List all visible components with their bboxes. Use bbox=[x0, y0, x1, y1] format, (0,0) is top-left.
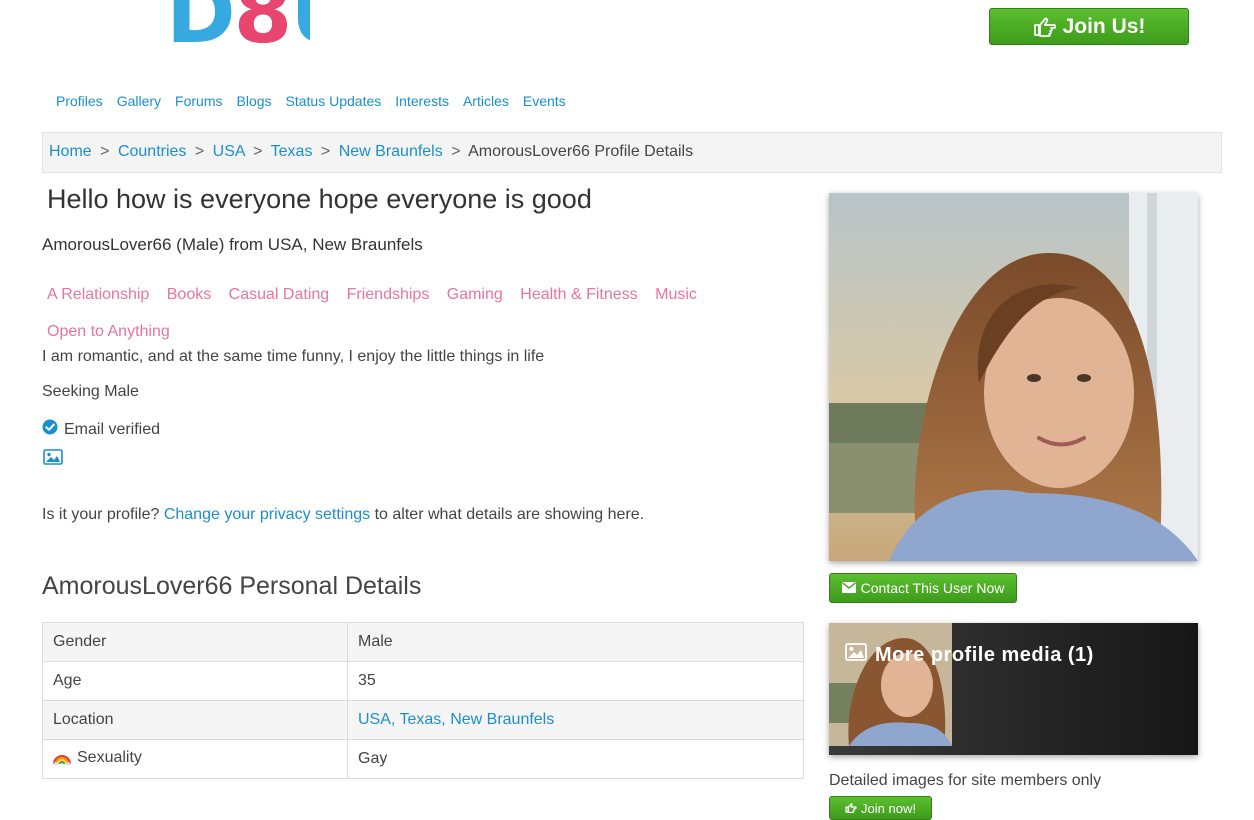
privacy-notice: Is it your profile? Change your privacy … bbox=[42, 506, 644, 524]
detail-label: Age bbox=[42, 661, 348, 701]
nav-status-updates[interactable]: Status Updates bbox=[286, 93, 382, 109]
personal-details-table: Gender Male Age 35 Location USA, Texas, … bbox=[42, 622, 804, 779]
breadcrumb-separator: > bbox=[320, 143, 331, 160]
image-icon bbox=[845, 643, 867, 667]
main-nav: Profiles Gallery Forums Blogs Status Upd… bbox=[56, 93, 580, 109]
detail-value: Gay bbox=[347, 739, 804, 779]
profile-seeking: Seeking Male bbox=[42, 383, 139, 400]
contact-user-button[interactable]: Contact This User Now bbox=[829, 573, 1017, 603]
breadcrumb-home[interactable]: Home bbox=[49, 143, 92, 160]
detail-value: 35 bbox=[347, 661, 804, 701]
more-media-label-wrap: More profile media (1) bbox=[845, 643, 1094, 667]
nav-forums[interactable]: Forums bbox=[175, 93, 222, 109]
email-verified-badge: Email verified bbox=[42, 419, 160, 440]
email-verified-label: Email verified bbox=[64, 420, 161, 438]
detail-value-cell: USA, Texas, New Braunfels bbox=[347, 700, 804, 740]
nav-events[interactable]: Events bbox=[523, 93, 566, 109]
nav-articles[interactable]: Articles bbox=[463, 93, 509, 109]
breadcrumb-texas[interactable]: Texas bbox=[271, 143, 313, 160]
profile-about: I am romantic, and at the same time funn… bbox=[42, 348, 545, 365]
detail-label: Sexuality bbox=[77, 748, 142, 766]
breadcrumb-countries[interactable]: Countries bbox=[118, 143, 186, 160]
interest-tag[interactable]: Music bbox=[655, 286, 697, 303]
breadcrumb-separator: > bbox=[100, 143, 110, 160]
hand-pointer-icon bbox=[845, 801, 857, 816]
personal-details-title: AmorousLover66 Personal Details bbox=[42, 572, 422, 600]
photo-icon[interactable] bbox=[43, 449, 63, 470]
interest-tag[interactable]: A Relationship bbox=[47, 286, 149, 303]
interest-tags: A Relationship Books Casual Dating Frien… bbox=[47, 276, 767, 350]
hand-pointer-icon bbox=[1033, 17, 1057, 37]
breadcrumb-separator: > bbox=[451, 143, 461, 160]
table-row: Gender Male bbox=[42, 622, 804, 662]
members-only-note: Detailed images for site members only bbox=[829, 772, 1102, 789]
breadcrumb-usa[interactable]: USA bbox=[213, 143, 245, 160]
detail-label: Gender bbox=[42, 622, 348, 662]
privacy-settings-link[interactable]: Change your privacy settings bbox=[164, 506, 370, 523]
join-us-label: Join Us! bbox=[1062, 14, 1146, 38]
join-us-button[interactable]: Join Us! bbox=[989, 8, 1189, 45]
profile-headline: Hello how is everyone hope everyone is g… bbox=[47, 184, 592, 214]
breadcrumb: Home > Countries > USA > Texas > New Bra… bbox=[42, 132, 1222, 173]
logo-wordmark: D8U bbox=[166, 0, 310, 60]
nav-profiles[interactable]: Profiles bbox=[56, 93, 103, 109]
envelope-icon bbox=[841, 580, 856, 596]
interest-tag[interactable]: Friendships bbox=[347, 286, 430, 303]
breadcrumb-new-braunfels[interactable]: New Braunfels bbox=[339, 143, 443, 160]
interest-tag[interactable]: Books bbox=[167, 286, 211, 303]
profile-photo[interactable] bbox=[829, 193, 1198, 561]
detail-label-cell: Sexuality bbox=[42, 739, 348, 779]
profile-subhead: AmorousLover66 (Male) from USA, New Brau… bbox=[42, 235, 423, 254]
table-row: Age 35 bbox=[42, 661, 804, 701]
privacy-suffix: to alter what details are showing here. bbox=[370, 506, 645, 523]
nav-interests[interactable]: Interests bbox=[395, 93, 449, 109]
join-now-button[interactable]: Join now! bbox=[829, 796, 932, 820]
interest-tag[interactable]: Casual Dating bbox=[229, 286, 330, 303]
interest-tag[interactable]: Health & Fitness bbox=[520, 286, 637, 303]
privacy-prefix: Is it your profile? bbox=[42, 506, 164, 523]
contact-user-label: Contact This User Now bbox=[860, 580, 1005, 596]
more-media-label: More profile media (1) bbox=[875, 643, 1094, 666]
interest-tag[interactable]: Gaming bbox=[447, 286, 503, 303]
site-logo[interactable]: D8U bbox=[166, 0, 310, 60]
detail-value: Male bbox=[347, 622, 804, 662]
more-profile-media[interactable]: More profile media (1) bbox=[829, 623, 1198, 755]
join-now-label: Join now! bbox=[861, 800, 916, 816]
table-row: Location USA, Texas, New Braunfels bbox=[42, 700, 804, 740]
detail-label: Location bbox=[42, 700, 348, 740]
rainbow-icon bbox=[53, 751, 71, 770]
location-link[interactable]: USA, Texas, New Braunfels bbox=[358, 711, 554, 728]
breadcrumb-separator: > bbox=[194, 143, 205, 160]
check-circle-icon bbox=[42, 419, 58, 440]
media-thumbnail bbox=[829, 623, 952, 746]
breadcrumb-current: AmorousLover66 Profile Details bbox=[468, 143, 694, 160]
interest-tag[interactable]: Open to Anything bbox=[47, 323, 170, 340]
nav-blogs[interactable]: Blogs bbox=[237, 93, 272, 109]
nav-gallery[interactable]: Gallery bbox=[117, 93, 161, 109]
table-row: Sexuality Gay bbox=[42, 739, 804, 779]
breadcrumb-separator: > bbox=[253, 143, 263, 160]
